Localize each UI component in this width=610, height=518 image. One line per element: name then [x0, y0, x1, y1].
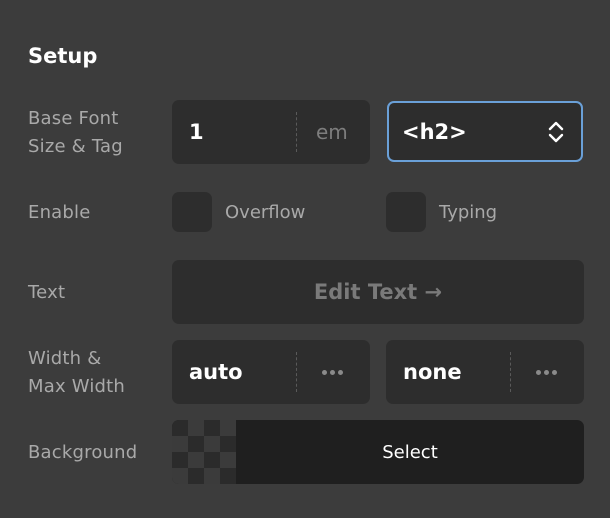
width-label-line2: Max Width	[28, 376, 126, 397]
edit-text-button[interactable]: Edit Text →	[172, 260, 584, 324]
checkerboard-icon[interactable]	[172, 420, 236, 484]
base-font-label-line2: Size & Tag	[28, 136, 123, 157]
field-divider	[296, 352, 297, 392]
width-input[interactable]: auto	[172, 340, 370, 404]
field-divider	[296, 112, 297, 152]
max-width-input[interactable]: none	[386, 340, 584, 404]
panel-title: Setup	[28, 44, 98, 68]
background-label: Background	[28, 442, 138, 463]
width-more-icon[interactable]	[322, 340, 343, 404]
base-font-label-line1: Base Font	[28, 108, 119, 129]
max-width-more-icon[interactable]	[536, 340, 557, 404]
base-font-label: Base Font Size & Tag	[28, 105, 123, 161]
tag-select[interactable]: <h2>	[387, 101, 583, 162]
font-size-input[interactable]: 1 em	[172, 100, 370, 164]
width-label: Width & Max Width	[28, 345, 125, 401]
font-size-value[interactable]: 1	[189, 100, 204, 164]
field-divider	[510, 352, 511, 392]
chevron-up-down-icon	[548, 121, 564, 143]
text-label: Text	[28, 282, 66, 303]
overflow-checkbox[interactable]	[172, 192, 212, 232]
width-label-line1: Width &	[28, 348, 102, 369]
overflow-label[interactable]: Overflow	[225, 199, 305, 227]
background-select-button[interactable]: Select	[236, 420, 584, 484]
background-picker[interactable]: Select	[172, 420, 584, 484]
max-width-value[interactable]: none	[403, 340, 462, 404]
typing-checkbox[interactable]	[386, 192, 426, 232]
tag-select-value: <h2>	[402, 119, 467, 144]
typing-label[interactable]: Typing	[439, 199, 497, 227]
width-value[interactable]: auto	[189, 340, 243, 404]
font-size-unit[interactable]: em	[316, 100, 348, 164]
enable-label: Enable	[28, 202, 91, 223]
